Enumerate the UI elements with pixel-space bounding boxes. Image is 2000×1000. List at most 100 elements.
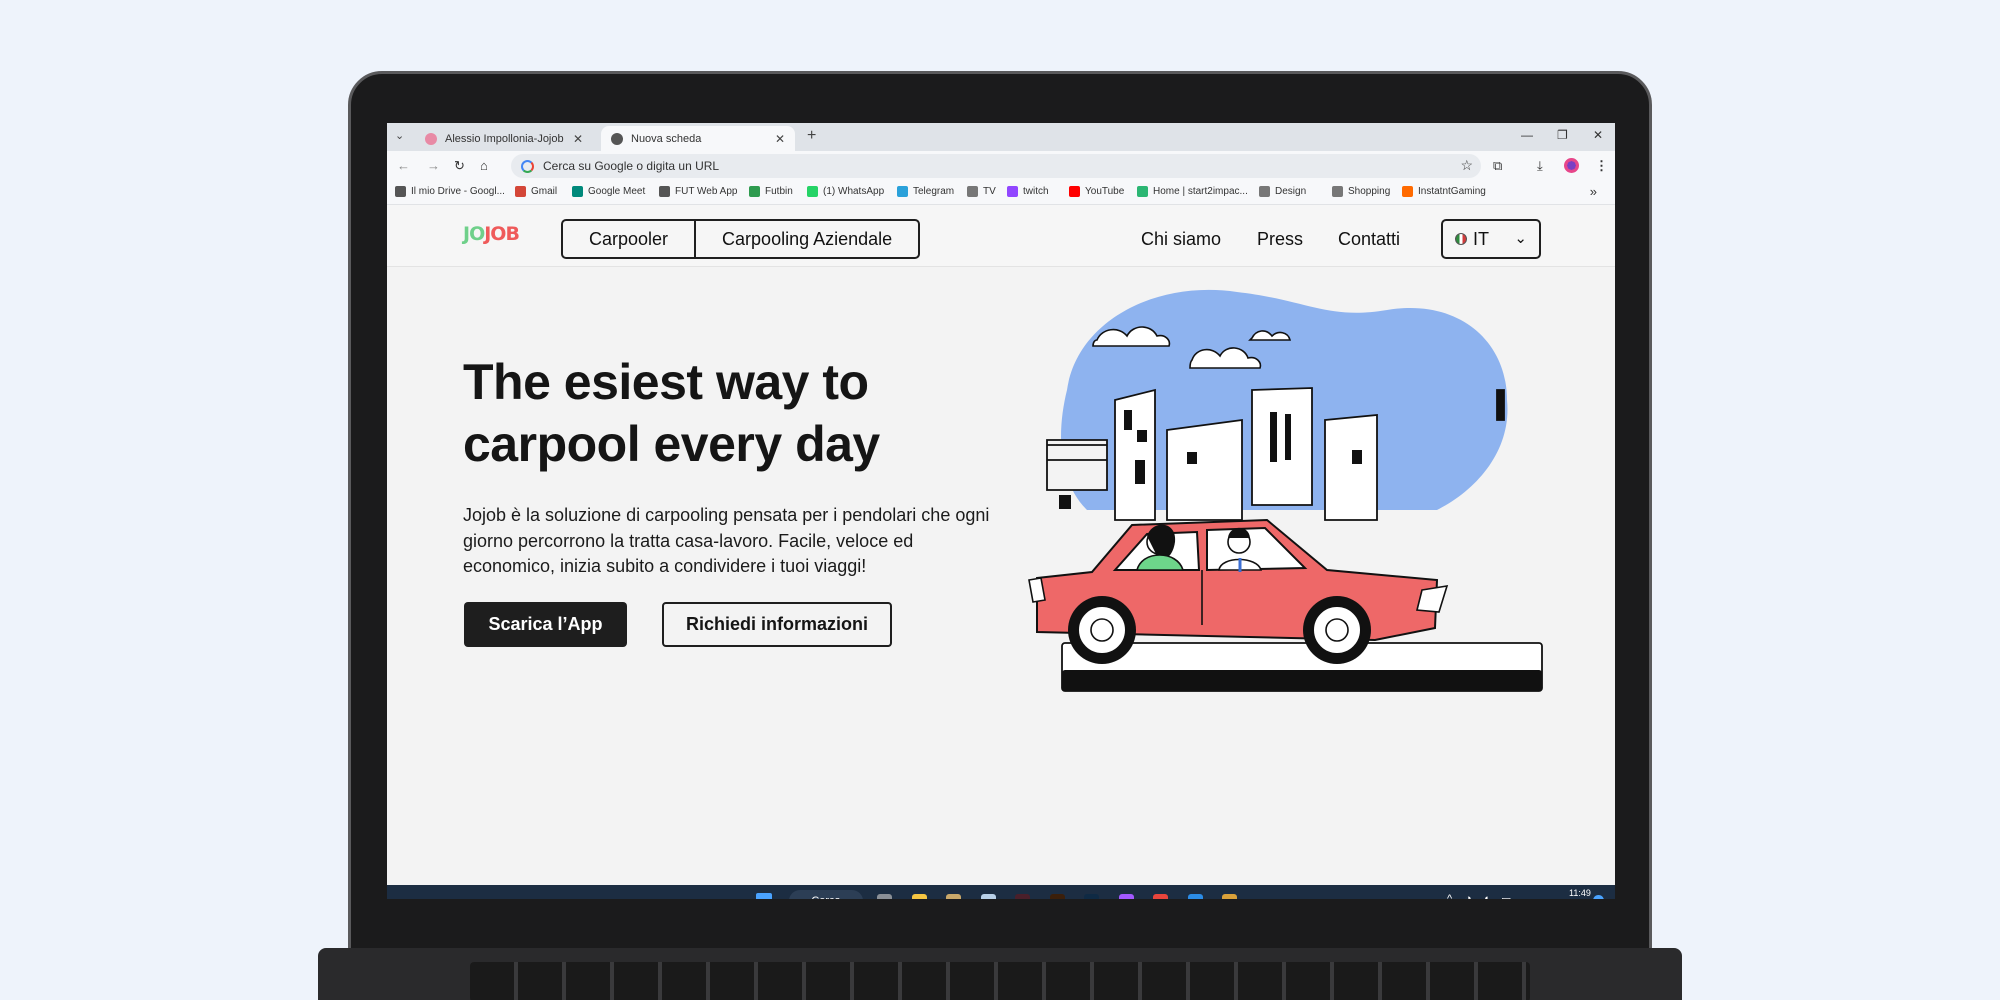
bookmark-favicon-icon bbox=[967, 186, 978, 197]
taskbar-background bbox=[387, 885, 1615, 899]
bookmark-item[interactable]: InstatntGaming bbox=[1402, 186, 1486, 197]
bookmark-favicon-icon bbox=[1259, 186, 1270, 197]
bookmark-label: Design bbox=[1275, 186, 1307, 197]
request-info-button[interactable]: Richiedi informazioni bbox=[662, 602, 892, 647]
bookmark-item[interactable]: TV bbox=[967, 186, 996, 197]
nav-press[interactable]: Press bbox=[1257, 229, 1303, 250]
windows-taskbar: Cerca^◔◖▭11:4920/07/2024 bbox=[387, 885, 1615, 899]
bookmark-label: Futbin bbox=[765, 186, 793, 197]
bookmark-label: Home | start2impac... bbox=[1153, 186, 1248, 197]
bookmarks-overflow-icon[interactable]: » bbox=[1590, 184, 1597, 199]
bookmark-item[interactable]: Google Meet bbox=[572, 186, 645, 197]
menu-icon[interactable]: ⋮ bbox=[1595, 158, 1608, 174]
bookmark-item[interactable]: Il mio Drive - Googl... bbox=[395, 186, 505, 197]
bookmark-favicon-icon bbox=[1007, 186, 1018, 197]
jojob-logo[interactable]: JOJOB bbox=[463, 223, 520, 245]
bookmark-item[interactable]: Gmail bbox=[515, 186, 557, 197]
volume-icon[interactable]: ◖ bbox=[1483, 893, 1490, 899]
illustrator-icon[interactable] bbox=[1049, 894, 1065, 899]
hero-description: Jojob è la soluzione di carpooling pensa… bbox=[463, 505, 990, 576]
new-tab-icon[interactable]: + bbox=[807, 127, 816, 145]
tab-new[interactable]: Nuova scheda ✕ bbox=[601, 126, 795, 151]
screen: ⌄ Alessio Impollonia-Jojob ✕ Nuova sched… bbox=[387, 123, 1615, 899]
bookmark-favicon-icon bbox=[1402, 186, 1413, 197]
reload-icon[interactable]: ↻ bbox=[454, 158, 465, 174]
chevron-down-icon: ⌄ bbox=[1514, 230, 1527, 247]
bookmark-label: Google Meet bbox=[588, 186, 646, 197]
download-icon[interactable]: ⤓ bbox=[1537, 158, 1543, 174]
bookmark-item[interactable]: (1) WhatsApp bbox=[807, 186, 884, 197]
logo-part-red: JOB bbox=[484, 223, 520, 245]
forward-icon[interactable]: → bbox=[427, 158, 440, 173]
language-label: IT bbox=[1473, 228, 1489, 249]
window-close-icon[interactable]: ✕ bbox=[1593, 128, 1603, 142]
profile-avatar[interactable] bbox=[1564, 158, 1579, 173]
address-placeholder: Cerca su Google o digita un URL bbox=[543, 159, 720, 173]
bookmark-item[interactable]: Futbin bbox=[749, 186, 793, 197]
file-explorer-icon[interactable] bbox=[911, 894, 927, 899]
bookmark-star-icon[interactable]: ☆ bbox=[1460, 157, 1473, 174]
site-header: JOJOB Carpooler Carpooling Aziendale Chi… bbox=[387, 205, 1615, 267]
nav-chi-siamo[interactable]: Chi siamo bbox=[1141, 229, 1221, 250]
store-icon[interactable] bbox=[946, 894, 961, 899]
minimize-icon[interactable]: — bbox=[1521, 128, 1533, 142]
carpooler-button[interactable]: Carpooler bbox=[563, 221, 694, 257]
tab-label: Nuova scheda bbox=[631, 132, 702, 145]
home-icon[interactable]: ⌂ bbox=[480, 158, 488, 173]
tab-jojob[interactable]: Alessio Impollonia-Jojob ✕ bbox=[415, 126, 593, 151]
bookmarks-bar: Il mio Drive - Googl... Gmail Google Meet F… bbox=[387, 181, 1615, 205]
task-view-icon[interactable] bbox=[877, 894, 892, 899]
notification-icon[interactable] bbox=[1593, 895, 1604, 899]
bookmark-item[interactable]: Shopping bbox=[1332, 186, 1390, 197]
restore-icon[interactable]: ❐ bbox=[1557, 128, 1568, 142]
google-icon bbox=[521, 159, 534, 173]
taskbar-search[interactable]: Cerca bbox=[789, 890, 863, 899]
keyboard bbox=[470, 962, 1530, 1000]
carpool-illustration bbox=[1028, 289, 1543, 692]
jojob-favicon-icon bbox=[425, 132, 437, 145]
extensions-icon[interactable]: ⧉ bbox=[1493, 158, 1502, 174]
indesign-icon[interactable] bbox=[1015, 894, 1030, 899]
bookmark-item[interactable]: Telegram bbox=[897, 186, 954, 197]
winrar-icon[interactable] bbox=[1222, 894, 1237, 899]
bookmark-label: TV bbox=[983, 186, 996, 197]
bookmark-label: Il mio Drive - Googl... bbox=[411, 186, 505, 197]
bookmark-item[interactable]: twitch bbox=[1007, 186, 1049, 197]
bookmark-favicon-icon bbox=[572, 186, 583, 197]
taskbar-search-label: Cerca bbox=[811, 895, 840, 899]
bookmark-item[interactable]: FUT Web App bbox=[659, 186, 737, 197]
battery-icon[interactable]: ▭ bbox=[1501, 893, 1511, 899]
bookmark-label: Shopping bbox=[1348, 186, 1391, 197]
bookmark-favicon-icon bbox=[897, 186, 908, 197]
photoshop-icon[interactable] bbox=[1084, 894, 1099, 899]
bookmark-item[interactable]: Home | start2impac... bbox=[1137, 186, 1248, 197]
vscode-icon[interactable] bbox=[1187, 894, 1203, 899]
language-select[interactable]: IT ⌄ bbox=[1441, 219, 1541, 259]
nav-contatti[interactable]: Contatti bbox=[1338, 229, 1400, 250]
bookmark-label: FUT Web App bbox=[675, 186, 738, 197]
bookmark-item[interactable]: Design bbox=[1259, 186, 1306, 197]
back-icon[interactable]: ← bbox=[397, 158, 410, 173]
bookmark-favicon-icon bbox=[749, 186, 760, 197]
figma-icon[interactable] bbox=[1118, 894, 1134, 899]
windows-start-icon[interactable] bbox=[756, 893, 772, 899]
tray-chevron-icon[interactable]: ^ bbox=[1447, 893, 1452, 899]
wheel-icon bbox=[1303, 596, 1371, 664]
bookmark-favicon-icon bbox=[515, 186, 526, 197]
tab-search-icon[interactable]: ⌄ bbox=[395, 129, 404, 142]
bookmark-label: InstatntGaming bbox=[1418, 186, 1486, 197]
download-app-button[interactable]: Scarica l’App bbox=[464, 602, 627, 647]
bookmark-item[interactable]: YouTube bbox=[1069, 186, 1124, 197]
user-type-switch: Carpooler Carpooling Aziendale bbox=[561, 219, 921, 259]
photos-icon[interactable] bbox=[980, 894, 996, 899]
bookmark-label: (1) WhatsApp bbox=[823, 186, 885, 197]
address-bar[interactable]: Cerca su Google o digita un URL ☆ bbox=[511, 154, 1481, 178]
close-icon[interactable]: ✕ bbox=[573, 132, 583, 146]
wheel-icon bbox=[1068, 596, 1136, 664]
web-page: JOJOB Carpooler Carpooling Aziendale Chi… bbox=[387, 205, 1615, 885]
close-icon[interactable]: ✕ bbox=[775, 132, 785, 146]
chrome-icon[interactable] bbox=[1153, 894, 1168, 899]
bookmark-favicon-icon bbox=[1137, 186, 1148, 197]
carpooling-aziendale-button[interactable]: Carpooling Aziendale bbox=[694, 221, 918, 257]
wifi-icon[interactable]: ◔ bbox=[1465, 893, 1472, 899]
